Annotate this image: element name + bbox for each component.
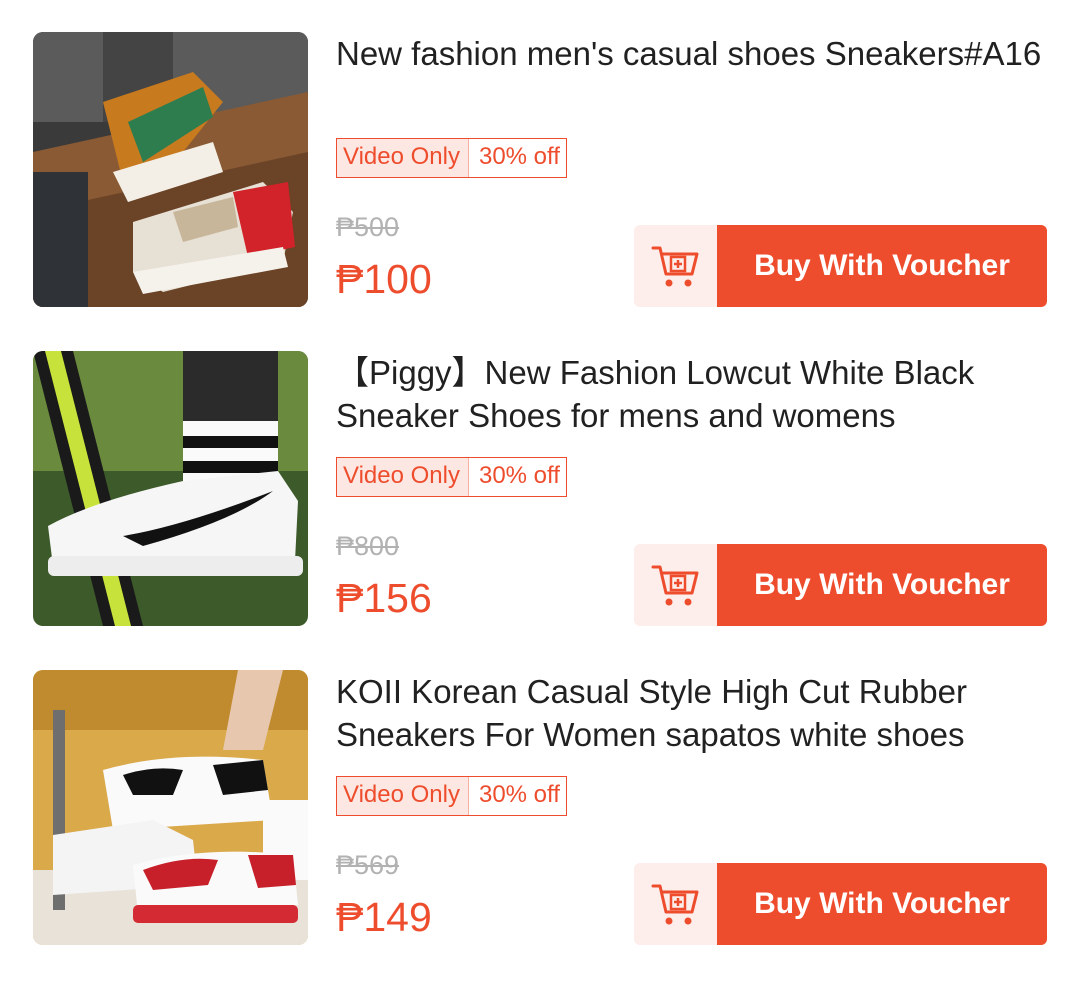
sale-price: ₱100 <box>336 256 432 302</box>
product-image[interactable] <box>33 351 308 626</box>
add-to-cart-icon <box>651 884 698 925</box>
add-to-cart-icon <box>651 246 698 287</box>
add-to-cart-button[interactable] <box>634 544 717 626</box>
add-to-cart-button[interactable] <box>634 863 717 945</box>
product-title[interactable]: New fashion men's casual shoes Sneakers#… <box>336 32 1046 75</box>
original-price: ₱500 <box>336 212 400 242</box>
product-card[interactable]: New fashion men's casual shoes Sneakers#… <box>0 32 1080 312</box>
original-price: ₱569 <box>336 850 400 880</box>
product-card[interactable]: 【Piggy】New Fashion Lowcut White Black Sn… <box>0 351 1080 631</box>
add-to-cart-icon <box>651 565 698 606</box>
product-image[interactable] <box>33 32 308 307</box>
video-only-badge: Video Only 30% off <box>336 138 567 178</box>
buy-with-voucher-button[interactable]: Buy With Voucher <box>717 863 1047 945</box>
product-title[interactable]: KOII Korean Casual Style High Cut Rubber… <box>336 670 1046 756</box>
badge-tag: Video Only <box>337 139 468 177</box>
buy-with-voucher-button[interactable]: Buy With Voucher <box>717 225 1047 307</box>
add-to-cart-button[interactable] <box>634 225 717 307</box>
badge-discount: 30% off <box>467 139 566 177</box>
buy-with-voucher-button[interactable]: Buy With Voucher <box>717 544 1047 626</box>
sale-price: ₱156 <box>336 575 432 621</box>
original-price: ₱800 <box>336 531 400 561</box>
product-image[interactable] <box>33 670 308 945</box>
video-only-badge: Video Only 30% off <box>336 776 567 816</box>
badge-tag: Video Only <box>337 777 468 815</box>
sale-price: ₱149 <box>336 894 432 940</box>
product-title[interactable]: 【Piggy】New Fashion Lowcut White Black Sn… <box>336 351 1046 437</box>
badge-tag: Video Only <box>337 458 468 496</box>
badge-discount: 30% off <box>467 458 566 496</box>
product-card[interactable]: KOII Korean Casual Style High Cut Rubber… <box>0 670 1080 950</box>
video-only-badge: Video Only 30% off <box>336 457 567 497</box>
badge-discount: 30% off <box>467 777 566 815</box>
